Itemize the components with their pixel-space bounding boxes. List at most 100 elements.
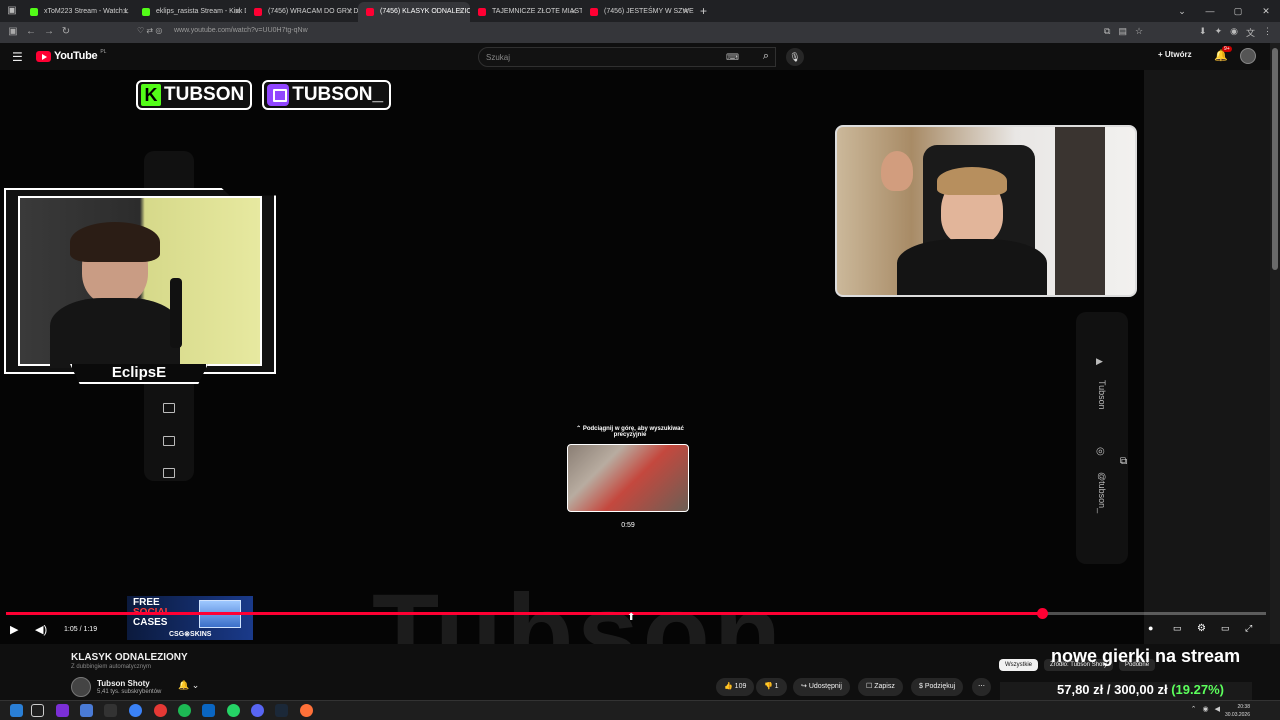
tab-label: TAJEMNICZE ZŁOTE MIASTO <box>492 8 582 15</box>
stream-overlay-text: nowe gierki na stream <box>1051 646 1241 666</box>
create-button[interactable]: + Utwórz <box>1158 50 1192 59</box>
subtitles-icon[interactable]: ▭ <box>1173 623 1182 634</box>
tab-close-icon[interactable]: ✕ <box>458 2 465 22</box>
subscribe-bell-icon[interactable]: 🔔 ⌄ <box>178 680 199 691</box>
steam-icon[interactable] <box>275 704 288 717</box>
chip-all[interactable]: Wszystkie <box>999 659 1038 671</box>
app-icon-3[interactable] <box>104 704 117 717</box>
browser-tab[interactable]: xToM223 Stream - Watch L ✕ <box>22 2 134 22</box>
app-icon-5[interactable] <box>202 704 215 717</box>
search-icon[interactable]: ⌕ <box>763 50 769 63</box>
menu-icon[interactable]: ⋮ <box>1263 26 1272 39</box>
progress-played <box>6 612 1042 615</box>
maximize-button[interactable]: ▢ <box>1224 0 1252 22</box>
tab-search-icon[interactable]: ▣ <box>5 4 19 18</box>
instagram-handle: @tubson_ <box>1097 472 1107 514</box>
extensions-icon[interactable]: ✦ <box>1215 26 1223 39</box>
browser-tab[interactable]: (7456) JESTEŚMY W SZWECJI✕ <box>582 2 694 22</box>
new-tab-button[interactable]: + <box>700 4 707 18</box>
kick-badge: K TUBSON <box>136 80 253 110</box>
dislike-button[interactable]: 👎 1 <box>756 678 787 696</box>
like-button[interactable]: 👍 109 <box>716 678 755 696</box>
streamer-hair <box>70 222 160 262</box>
scrollbar-thumb[interactable] <box>1272 48 1278 270</box>
sidebar-icon[interactable]: ▣ <box>6 25 20 39</box>
browser-tab[interactable]: (7456) WRACAM DO GRY DZIE✕ <box>246 2 358 22</box>
address-bar: ▣ ← → ↻ ♡ ⇄ ◎ www.youtube.com/watch?v=UU… <box>0 22 1280 43</box>
chrome-icon[interactable] <box>154 704 167 717</box>
hamburger-menu-icon[interactable]: ☰ <box>12 50 23 64</box>
whatsapp-icon[interactable] <box>227 704 240 717</box>
start-icon[interactable] <box>10 704 23 717</box>
youtube-play-icon <box>36 50 51 62</box>
youtube-handle: Tubson <box>1097 380 1107 410</box>
browser-tab[interactable]: TAJEMNICZE ZŁOTE MIASTO ✕ <box>470 2 582 22</box>
discord-icon[interactable] <box>251 704 264 717</box>
volume-tray-icon[interactable]: ◀ <box>1215 705 1220 713</box>
overlay-play-icon <box>163 403 175 413</box>
progress-scrubber[interactable] <box>1036 608 1048 619</box>
more-actions-button[interactable]: ⋯ <box>972 678 991 696</box>
precise-seek-hint: ⌃ Podciągnij w górę, aby wyszukiwać prec… <box>576 426 684 438</box>
url-field[interactable]: www.youtube.com/watch?v=UU0H7tg-qNw <box>174 27 308 34</box>
keyboard-icon[interactable]: ⌨ <box>726 52 739 63</box>
bookmark-star-icon[interactable]: ☆ <box>1135 26 1143 39</box>
minimize-button[interactable]: — <box>1196 0 1224 22</box>
tab-close-icon[interactable]: ✕ <box>570 2 577 22</box>
video-player[interactable]: K TUBSON TUBSON_ EclipsE ▶ Tubson ◎ @tub… <box>0 70 1144 644</box>
microphone-icon[interactable]: 🎙 <box>786 48 804 66</box>
webcam-feed-left <box>18 196 262 368</box>
reload-button[interactable]: ↻ <box>59 25 73 39</box>
channel-avatar[interactable] <box>71 677 91 697</box>
volume-icon[interactable]: ◀) <box>35 623 47 636</box>
tab-close-icon[interactable]: ✕ <box>682 2 689 22</box>
dubbing-info[interactable]: Z dubbingiem automatycznym <box>71 664 151 670</box>
account-avatar[interactable] <box>1240 48 1256 64</box>
tab-close-icon[interactable]: ✕ <box>346 2 353 22</box>
tab-close-icon[interactable]: ✕ <box>122 2 129 22</box>
microphone-arm <box>170 278 182 348</box>
tab-label: xToM223 Stream - Watch L <box>44 8 129 15</box>
spotify-icon[interactable] <box>178 704 191 717</box>
settings-gear-icon[interactable]: ⚙ <box>1197 623 1206 634</box>
webcam-name-label: EclipsE <box>70 364 208 384</box>
firefox-icon[interactable] <box>300 704 313 717</box>
search-taskbar-icon[interactable] <box>31 704 44 717</box>
thanks-button[interactable]: $ Podziękuj <box>911 678 964 696</box>
fullscreen-icon[interactable]: ⤢ <box>1245 623 1252 634</box>
tab-favicon-icon <box>142 8 150 16</box>
play-button[interactable]: ▶ <box>10 623 18 636</box>
forward-button[interactable]: → <box>42 25 56 39</box>
share-button[interactable]: ↪ Udostępnij <box>793 678 850 696</box>
tab-close-icon[interactable]: ✕ <box>234 2 241 22</box>
window-controls: ⌄ — ▢ ✕ <box>1168 0 1280 22</box>
save-button[interactable]: ☐ Zapisz <box>858 678 903 696</box>
app-icon-1[interactable] <box>56 704 69 717</box>
theater-mode-icon[interactable]: ▭ <box>1221 623 1230 634</box>
tab-label: (7456) WRACAM DO GRY DZIE <box>268 8 358 15</box>
network-icon[interactable]: ◉ <box>1203 705 1209 713</box>
app-icon-4[interactable] <box>129 704 142 717</box>
reader-icon[interactable]: ▤ <box>1118 26 1127 39</box>
overlay-clapper-icon <box>163 436 175 446</box>
back-button[interactable]: ← <box>24 25 38 39</box>
seek-preview-thumbnail <box>567 444 689 512</box>
tray-chevron-icon[interactable]: ⌃ <box>1191 705 1197 713</box>
taskbar-clock[interactable]: 20:38 30.03.2026 <box>1225 703 1250 719</box>
profile-icon[interactable]: ◉ <box>1230 26 1238 39</box>
close-window-button[interactable]: ✕ <box>1252 0 1280 22</box>
translate-icon[interactable]: 文 <box>1246 26 1255 39</box>
browser-tab[interactable]: (7456) KLASYK ODNALEZIONY✕ <box>358 2 470 22</box>
channel-name[interactable]: Tubson Shoty <box>97 679 150 688</box>
download-icon[interactable]: ⬇ <box>1199 26 1207 39</box>
tab-list-icon[interactable]: ⌄ <box>1168 0 1196 22</box>
site-info-icon[interactable]: ♡ ⇄ ◎ <box>137 26 162 35</box>
pip-icon[interactable]: ⧉ <box>1120 456 1127 467</box>
youtube-logo[interactable]: YouTube PL <box>36 49 106 62</box>
autoplay-toggle[interactable]: ● <box>1148 623 1153 633</box>
player-controls: ▶ ◀) 1:05 / 1:19 ● ▭ ⚙ ▭ ⤢ <box>0 620 1252 640</box>
app-icon-2[interactable] <box>80 704 93 717</box>
screenshot-icon[interactable]: ⧉ <box>1104 26 1110 39</box>
browser-tab[interactable]: eklips_rasista Stream - Kick Da ✕ <box>134 2 246 22</box>
search-input[interactable]: Szukaj ⌨ ⌕ <box>478 47 776 67</box>
